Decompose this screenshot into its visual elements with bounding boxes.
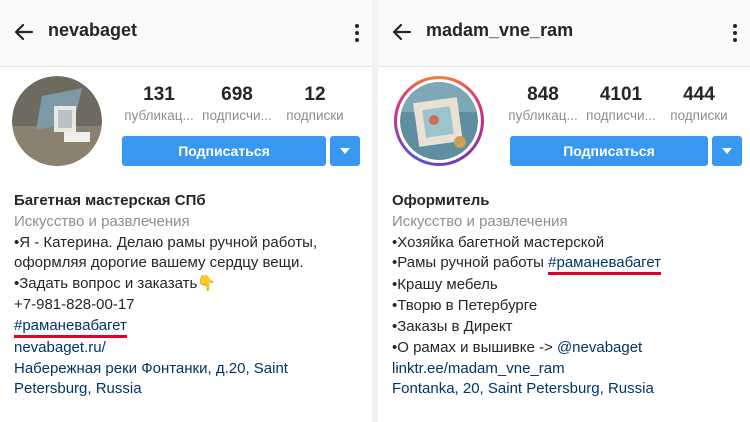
stat-label: подписчи... <box>586 108 656 123</box>
bio-line: •Я - Катерина. Делаю рамы ручной работы, <box>14 233 318 251</box>
profile-username: madam_vne_ram <box>426 20 574 40</box>
bio-line: •О рамах и вышивке -> @nevabaget <box>392 338 746 359</box>
more-options-icon[interactable] <box>350 22 364 44</box>
stat-followers[interactable]: 698 подписчи... <box>198 84 276 126</box>
bio-category: Искусство и развлечения <box>392 212 568 230</box>
bio-address-link[interactable]: Набережная реки Фонтанки, д.20, Saint <box>14 359 368 380</box>
profile-header: madam_vne_ram <box>378 0 750 67</box>
bio-website-link[interactable]: linktr.ee/madam_vne_ram <box>392 359 746 380</box>
profile-panel-left: nevabaget 131 публикац... 698 подписчи..… <box>0 0 372 422</box>
stat-posts[interactable]: 131 публикац... <box>120 84 198 126</box>
bio-hashtag-link[interactable]: #раманевабагет <box>548 254 662 276</box>
stat-label: подписки <box>286 108 344 123</box>
bio-name: Багетная мастерская СПб <box>14 192 206 209</box>
stat-posts[interactable]: 848 публикац... <box>504 84 582 126</box>
bio-mention-link[interactable]: @nevabaget <box>557 339 642 356</box>
bio-line: •Творю в Петербурге <box>392 297 538 315</box>
stat-value: 848 <box>527 84 559 105</box>
profile-bio: Багетная мастерская СПб Искусство и разв… <box>14 191 368 400</box>
stat-value: 444 <box>683 84 715 105</box>
profile-stats: 131 публикац... 698 подписчи... 12 подпи… <box>120 84 354 126</box>
bio-line: •Крашу мебель <box>392 276 498 294</box>
avatar[interactable] <box>394 76 484 166</box>
bio-address-link[interactable]: Petersburg, Russia <box>14 379 368 400</box>
bio-category: Искусство и развлечения <box>14 212 190 230</box>
follow-button[interactable]: Подписаться <box>122 136 326 166</box>
bio-line: •Рамы ручной работы #раманевабагет <box>392 253 746 276</box>
profile-header: nevabaget <box>0 0 372 67</box>
bio-line: •Заказы в Директ <box>392 317 513 335</box>
stat-label: подписчи... <box>202 108 272 123</box>
back-arrow-icon[interactable] <box>12 20 36 44</box>
bio-website-link[interactable]: nevabaget.ru/ <box>14 338 368 359</box>
bio-name: Оформитель <box>392 192 490 209</box>
suggestions-dropdown-button[interactable] <box>330 136 360 166</box>
stat-label: публикац... <box>124 108 194 123</box>
bio-line-text: •О рамах и вышивке -> <box>392 338 557 356</box>
stat-label: публикац... <box>508 108 578 123</box>
bio-address-link[interactable]: Fontanka, 20, Saint Petersburg, Russia <box>392 379 746 400</box>
suggestions-dropdown-button[interactable] <box>712 136 742 166</box>
stat-following[interactable]: 444 подписки <box>660 84 738 126</box>
back-arrow-icon[interactable] <box>390 20 414 44</box>
stat-following[interactable]: 12 подписки <box>276 84 354 126</box>
bio-line: •Задать вопрос и заказать👇 <box>14 275 216 293</box>
follow-button[interactable]: Подписаться <box>510 136 708 166</box>
stat-value: 4101 <box>599 84 643 105</box>
avatar[interactable] <box>12 76 102 166</box>
stat-followers[interactable]: 4101 подписчи... <box>582 84 660 126</box>
avatar-image <box>400 82 478 160</box>
chevron-down-icon <box>340 148 350 154</box>
bio-line: оформляя дорогие вашему сердцу вещи. <box>14 254 304 272</box>
stat-value: 698 <box>221 84 253 105</box>
profile-bio: Оформитель Искусство и развлечения •Хозя… <box>392 191 746 400</box>
bio-line-text: •Рамы ручной работы <box>392 254 549 272</box>
chevron-down-icon <box>722 148 732 154</box>
bio-phone: +7-981-828-00-17 <box>14 295 135 313</box>
profile-stats: 848 публикац... 4101 подписчи... 444 под… <box>504 84 738 126</box>
stat-label: подписки <box>670 108 728 123</box>
profile-panel-right: madam_vne_ram 848 публикац... 4101 подпи… <box>378 0 750 422</box>
avatar-image <box>12 76 102 166</box>
stat-value: 12 <box>304 84 326 105</box>
bio-hashtag-link[interactable]: #раманевабагет <box>14 317 127 338</box>
stat-value: 131 <box>143 84 175 105</box>
profile-username: nevabaget <box>48 20 138 40</box>
bio-line: •Хозяйка багетной мастерской <box>392 233 605 251</box>
more-options-icon[interactable] <box>728 22 742 44</box>
